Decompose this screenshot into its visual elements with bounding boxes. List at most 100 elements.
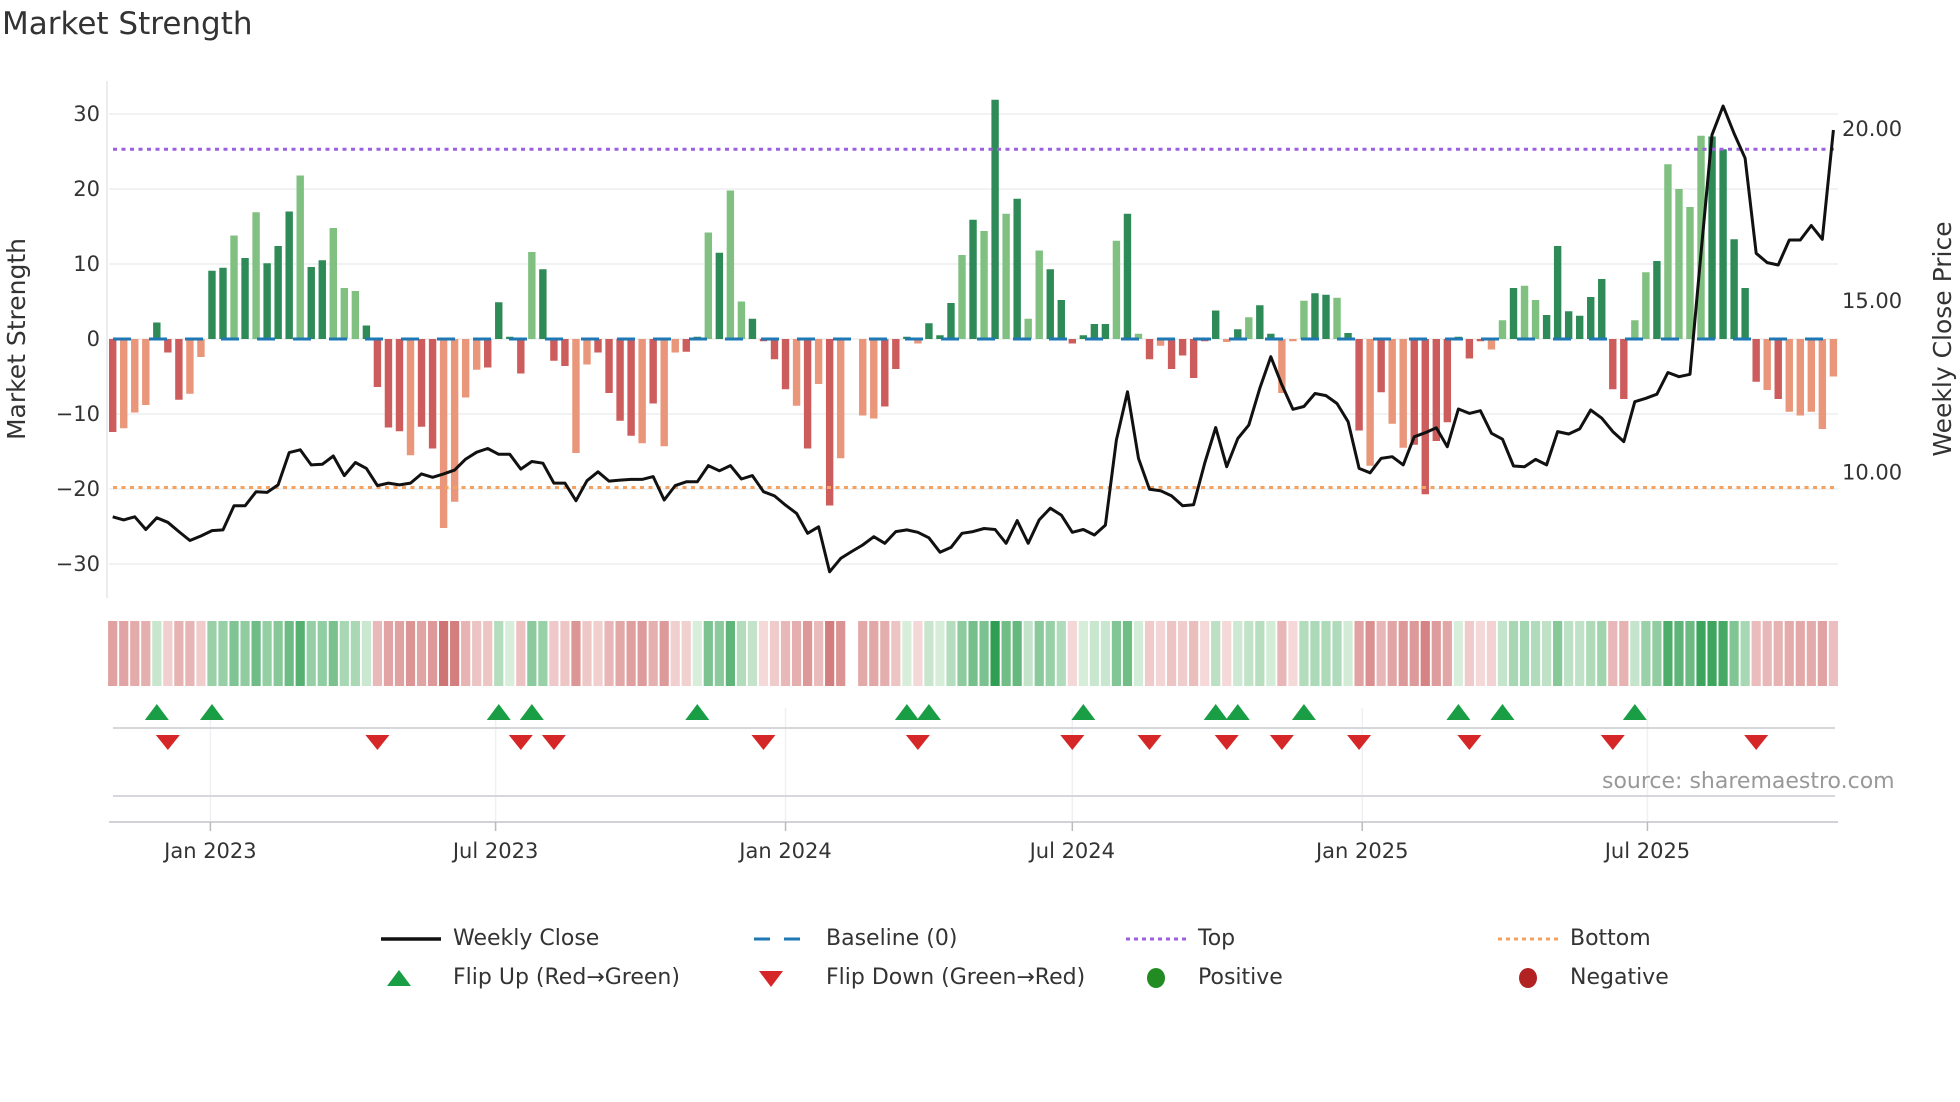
strength-bar <box>1796 339 1804 416</box>
axes: 30 20 10 0 −10 −20 −30 20.00 15.00 10.00 Market St… <box>2 81 1957 863</box>
heat-cell <box>946 621 956 686</box>
heat-cell <box>825 621 835 686</box>
strength-bar <box>1035 250 1043 339</box>
strength-bar <box>1818 339 1827 429</box>
heat-cell <box>1122 621 1133 686</box>
heat-cell <box>1100 621 1110 686</box>
strength-bar <box>616 339 624 421</box>
y-axis-label: Market Strength <box>2 238 31 440</box>
strength-bar <box>1123 213 1132 339</box>
strength-bar <box>660 339 668 447</box>
heat-cell <box>1001 621 1011 686</box>
strength-bar <box>1167 339 1176 369</box>
heat-cell <box>1475 621 1486 686</box>
heat-cell <box>262 621 272 686</box>
flip-down-marker <box>905 735 930 750</box>
strength-bar <box>1752 339 1760 382</box>
heat-cell <box>1255 621 1265 686</box>
strength-bar <box>1653 261 1661 339</box>
strength-bar <box>980 231 988 339</box>
heat-cell <box>681 621 691 686</box>
triangle-down-icon <box>759 970 783 987</box>
heat-cell <box>130 621 140 686</box>
heat-cell <box>670 621 680 686</box>
strength-bar <box>1289 339 1297 342</box>
y2-tick-label: 15.00 <box>1842 289 1902 313</box>
strength-bar <box>1686 207 1694 339</box>
strength-bar <box>925 323 933 339</box>
strength-bar <box>439 339 448 528</box>
x-tick-label: Jul 2024 <box>1028 839 1115 863</box>
heat-cell <box>1530 621 1541 686</box>
heat-cell <box>229 621 239 686</box>
flip-up-marker <box>916 704 941 720</box>
strength-bar <box>307 267 315 339</box>
flip-down-marker <box>751 735 776 750</box>
strength-bar <box>362 325 371 339</box>
strength-bar <box>329 228 337 339</box>
heat-cell <box>990 621 1000 686</box>
heat-cell <box>1729 621 1739 686</box>
strength-bar <box>803 339 812 449</box>
strength-bar <box>1432 339 1440 441</box>
legend-label: Top <box>1198 926 1236 951</box>
y2-tick-label: 20.00 <box>1842 117 1902 141</box>
heat-cell <box>1740 621 1750 686</box>
flip-up-marker <box>1203 704 1228 720</box>
heat-cell <box>615 621 625 686</box>
heat-cell <box>472 621 482 686</box>
strength-bar <box>450 339 459 502</box>
heat-cell <box>284 621 294 686</box>
heat-cell <box>659 621 669 686</box>
strength-bar <box>572 339 580 453</box>
heat-cell <box>1795 621 1805 686</box>
heat-cell <box>350 621 360 686</box>
strength-bar <box>814 339 823 384</box>
heat-cell <box>924 621 934 686</box>
strength-bar <box>1741 288 1749 339</box>
strength-bar <box>1002 213 1010 339</box>
heat-cell <box>549 621 559 686</box>
strength-bar <box>1598 279 1606 339</box>
strength-bar <box>1520 285 1529 339</box>
y-tick-label: 0 <box>87 327 100 351</box>
strength-bar <box>153 322 161 339</box>
heat-cell <box>494 621 504 686</box>
strength-bar <box>263 263 271 339</box>
heat-cell <box>1321 621 1331 686</box>
heat-cell <box>1056 621 1066 686</box>
strength-bar <box>1178 339 1187 356</box>
heat-cell <box>505 621 515 686</box>
heat-cell <box>1519 621 1530 686</box>
heat-cell <box>869 621 879 686</box>
heat-cell <box>483 621 493 686</box>
heat-cell <box>1663 621 1673 686</box>
strength-bar <box>1355 339 1363 431</box>
heat-cell <box>957 621 967 686</box>
strength-bar <box>186 339 194 394</box>
flip-up-marker <box>144 704 169 720</box>
strength-bar <box>859 339 867 416</box>
heat-cell <box>1387 621 1397 686</box>
strength-bar <box>1322 294 1330 339</box>
strength-bar <box>1807 339 1816 412</box>
market-strength-chart: 30 20 10 0 −10 −20 −30 20.00 15.00 10.00 Market St… <box>2 81 1957 863</box>
heat-cell <box>1497 621 1508 686</box>
heat-cell <box>251 621 261 686</box>
heat-cell <box>1784 621 1794 686</box>
strength-bar <box>737 301 746 339</box>
heat-cell <box>1398 621 1408 686</box>
flip-down-marker <box>365 735 390 750</box>
heat-cell <box>1078 621 1088 686</box>
strength-bar <box>1421 339 1429 495</box>
heat-cell <box>240 621 250 686</box>
heat-cell <box>1244 621 1254 686</box>
strength-bar <box>142 339 150 405</box>
heat-cell <box>891 621 901 686</box>
heat-cell <box>1200 621 1210 686</box>
heat-cell <box>1817 621 1827 686</box>
strength-bar <box>1642 272 1650 339</box>
heat-cell <box>1652 621 1662 686</box>
heat-cell <box>538 621 548 686</box>
dotted-line-icon <box>1498 937 1558 940</box>
